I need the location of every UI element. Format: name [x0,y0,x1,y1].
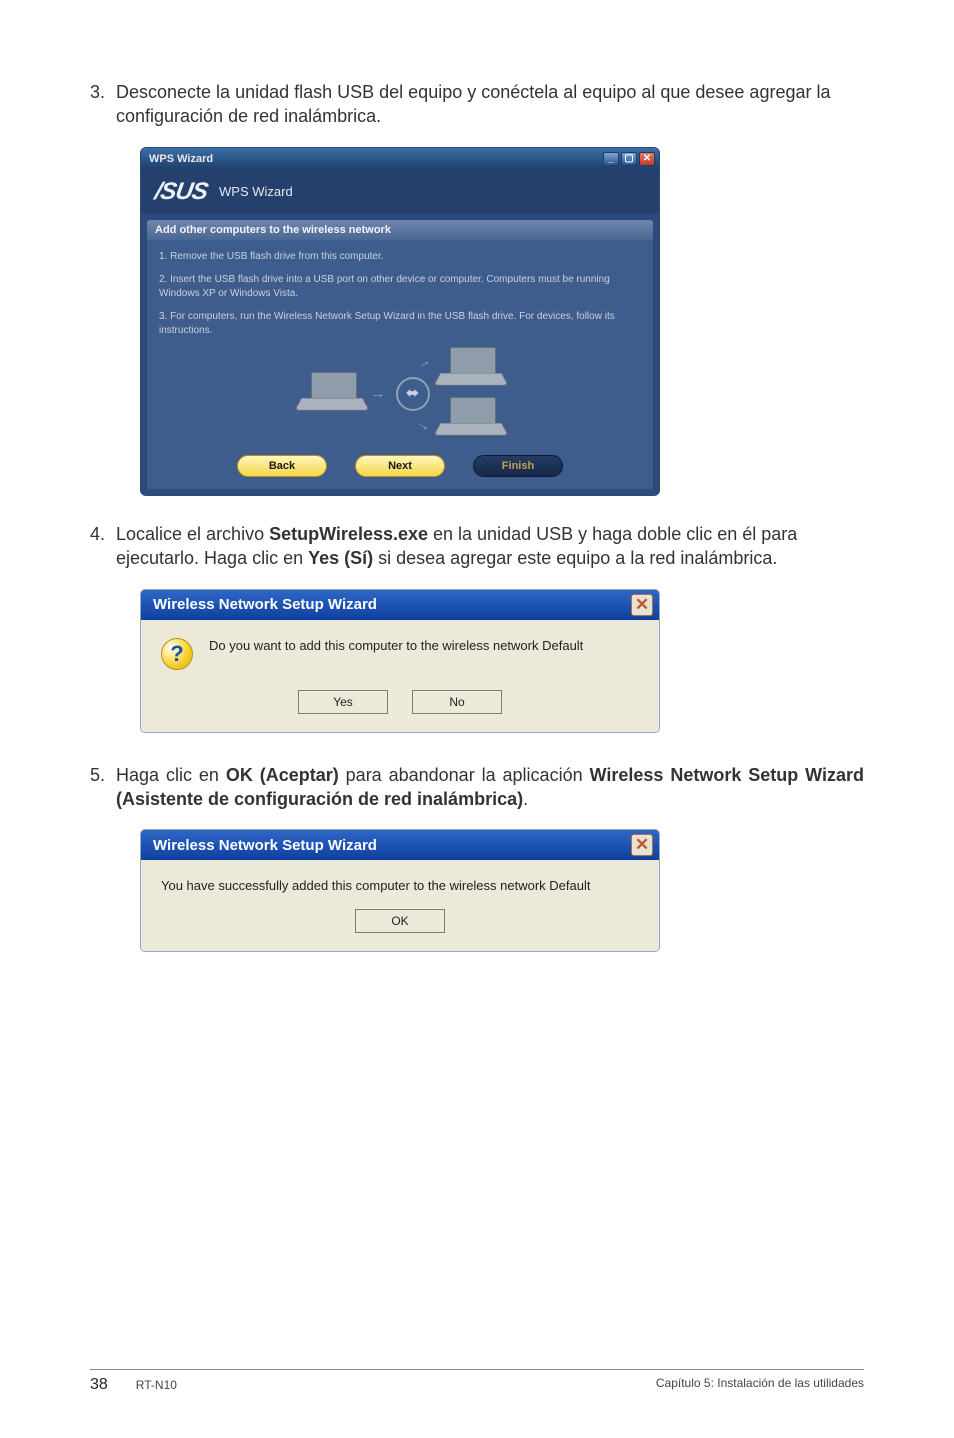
wps-titlebar: WPS Wizard _ ▢ ✕ [141,148,659,170]
question-icon: ? [161,638,193,670]
dialog-message: You have successfully added this compute… [161,878,639,893]
arrow-icon: → [371,384,386,404]
close-icon[interactable]: ✕ [631,834,653,856]
confirm-dialog: Wireless Network Setup Wizard ✕ ? Do you… [140,589,660,733]
step-5: 5. Haga clic en OK (Aceptar) para abando… [90,763,864,812]
step-4-num: 4. [90,522,116,546]
dialog-button-row: Yes No [161,690,639,714]
next-button[interactable]: Next [355,455,445,477]
model-name: RT-N10 [136,1378,177,1392]
step-3-text: Desconecte la unidad flash USB del equip… [116,80,864,129]
arrow-icon: → [411,412,434,437]
close-icon[interactable]: ✕ [631,594,653,616]
wps-wizard-window: WPS Wizard _ ▢ ✕ /SUS WPS Wizard Add oth… [140,147,660,497]
dialog-button-row: OK [161,909,639,933]
back-button[interactable]: Back [237,455,327,477]
page-footer: 38 RT-N10 Capítulo 5: Instalación de las… [90,1369,864,1394]
wps-diagram: → ⬌ → → [159,347,641,441]
asus-logo: /SUS [153,178,210,206]
wps-line-3: 3. For computers, run the Wireless Netwo… [159,310,641,337]
chapter-label: Capítulo 5: Instalación de las utilidade… [656,1376,864,1394]
success-dialog: Wireless Network Setup Wizard ✕ You have… [140,829,660,952]
wizard-button-row: Back Next Finish [159,455,641,477]
asus-brand-band: /SUS WPS Wizard [141,170,659,214]
finish-button[interactable]: Finish [473,455,563,477]
dialog-message: Do you want to add this computer to the … [209,638,583,653]
dialog-body: ? Do you want to add this computer to th… [141,620,659,732]
footer-left: 38 RT-N10 [90,1376,177,1394]
wps-window-title: WPS Wizard [149,153,213,165]
step-5-num: 5. [90,763,116,787]
close-button[interactable]: ✕ [639,152,655,166]
dialog-body: You have successfully added this compute… [141,860,659,951]
wps-line-2: 2. Insert the USB flash drive into a USB… [159,273,641,300]
step-4: 4. Localice el archivo SetupWireless.exe… [90,522,864,571]
step-5-text: Haga clic en OK (Aceptar) para abandonar… [116,763,864,812]
arrow-icon: → [411,351,434,376]
laptop-pair: → → [440,347,500,441]
yes-button[interactable]: Yes [298,690,388,714]
wps-body: Add other computers to the wireless netw… [141,214,659,496]
maximize-button[interactable]: ▢ [621,152,637,166]
laptop-icon [440,397,500,441]
laptop-icon [440,347,500,391]
step-3: 3. Desconecte la unidad flash USB del eq… [90,80,864,129]
step-3-num: 3. [90,80,116,104]
wps-line-1: 1. Remove the USB flash drive from this … [159,250,641,264]
page-number: 38 [90,1376,108,1394]
minimize-button[interactable]: _ [603,152,619,166]
wps-heading: Add other computers to the wireless netw… [147,220,653,240]
window-button-group: _ ▢ ✕ [603,152,655,166]
usb-icon: ⬌ [396,377,430,411]
dialog-title: Wireless Network Setup Wizard [153,837,377,854]
wps-content: 1. Remove the USB flash drive from this … [147,240,653,490]
dialog-titlebar: Wireless Network Setup Wizard ✕ [141,590,659,620]
dialog-message-row: ? Do you want to add this computer to th… [161,638,639,670]
wps-band-label: WPS Wizard [219,184,293,199]
step-4-text: Localice el archivo SetupWireless.exe en… [116,522,864,571]
no-button[interactable]: No [412,690,502,714]
dialog-titlebar: Wireless Network Setup Wizard ✕ [141,830,659,860]
laptop-icon [301,372,361,416]
dialog-title: Wireless Network Setup Wizard [153,596,377,613]
ok-button[interactable]: OK [355,909,445,933]
